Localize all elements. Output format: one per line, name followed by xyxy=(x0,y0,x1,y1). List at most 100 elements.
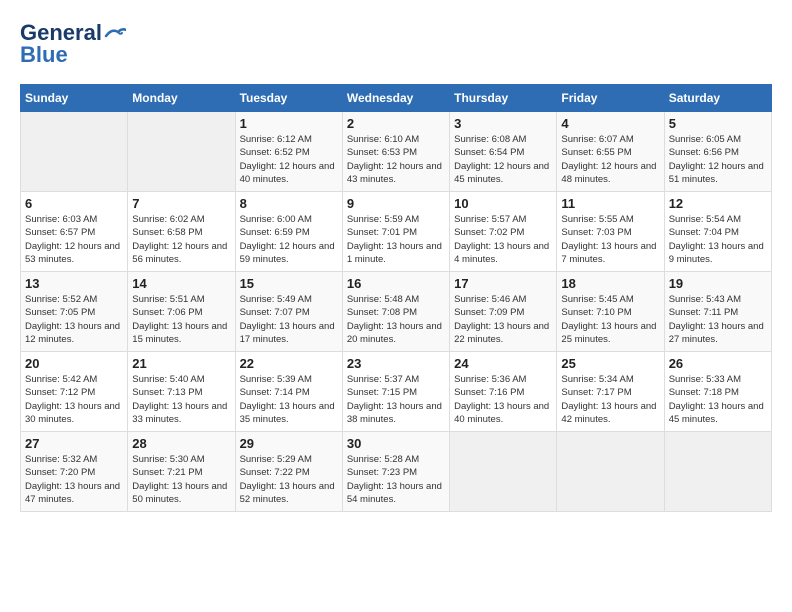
sunrise-label: Sunrise: 5:43 AM xyxy=(669,294,741,305)
page-header: General Blue xyxy=(20,20,772,68)
daylight-label: Daylight: 12 hours and 40 minutes. xyxy=(240,161,335,185)
day-number: 9 xyxy=(347,196,445,211)
day-info: Sunrise: 6:05 AM Sunset: 6:56 PM Dayligh… xyxy=(669,133,767,186)
daylight-label: Daylight: 13 hours and 33 minutes. xyxy=(132,401,227,425)
calendar-cell: 29 Sunrise: 5:29 AM Sunset: 7:22 PM Dayl… xyxy=(235,432,342,512)
sunrise-label: Sunrise: 6:05 AM xyxy=(669,134,741,145)
calendar-cell: 19 Sunrise: 5:43 AM Sunset: 7:11 PM Dayl… xyxy=(664,272,771,352)
daylight-label: Daylight: 13 hours and 40 minutes. xyxy=(454,401,549,425)
sunset-label: Sunset: 7:01 PM xyxy=(347,227,417,238)
sunset-label: Sunset: 7:16 PM xyxy=(454,387,524,398)
daylight-label: Daylight: 13 hours and 12 minutes. xyxy=(25,321,120,345)
logo-bird-icon xyxy=(104,26,126,40)
day-number: 14 xyxy=(132,276,230,291)
sunrise-label: Sunrise: 5:57 AM xyxy=(454,214,526,225)
sunset-label: Sunset: 7:11 PM xyxy=(669,307,739,318)
day-number: 17 xyxy=(454,276,552,291)
sunrise-label: Sunrise: 5:30 AM xyxy=(132,454,204,465)
day-info: Sunrise: 5:32 AM Sunset: 7:20 PM Dayligh… xyxy=(25,453,123,506)
sunset-label: Sunset: 7:06 PM xyxy=(132,307,202,318)
sunset-label: Sunset: 7:10 PM xyxy=(561,307,631,318)
daylight-label: Daylight: 13 hours and 47 minutes. xyxy=(25,481,120,505)
calendar-cell xyxy=(128,112,235,192)
calendar-cell: 22 Sunrise: 5:39 AM Sunset: 7:14 PM Dayl… xyxy=(235,352,342,432)
calendar-cell: 12 Sunrise: 5:54 AM Sunset: 7:04 PM Dayl… xyxy=(664,192,771,272)
day-number: 15 xyxy=(240,276,338,291)
day-number: 11 xyxy=(561,196,659,211)
calendar-cell: 2 Sunrise: 6:10 AM Sunset: 6:53 PM Dayli… xyxy=(342,112,449,192)
day-info: Sunrise: 5:54 AM Sunset: 7:04 PM Dayligh… xyxy=(669,213,767,266)
calendar-cell: 18 Sunrise: 5:45 AM Sunset: 7:10 PM Dayl… xyxy=(557,272,664,352)
day-number: 21 xyxy=(132,356,230,371)
calendar-cell: 16 Sunrise: 5:48 AM Sunset: 7:08 PM Dayl… xyxy=(342,272,449,352)
sunset-label: Sunset: 6:59 PM xyxy=(240,227,310,238)
calendar-header-row: SundayMondayTuesdayWednesdayThursdayFrid… xyxy=(21,85,772,112)
calendar-cell: 6 Sunrise: 6:03 AM Sunset: 6:57 PM Dayli… xyxy=(21,192,128,272)
daylight-label: Daylight: 13 hours and 7 minutes. xyxy=(561,241,656,265)
sunset-label: Sunset: 7:22 PM xyxy=(240,467,310,478)
sunrise-label: Sunrise: 5:36 AM xyxy=(454,374,526,385)
day-info: Sunrise: 5:57 AM Sunset: 7:02 PM Dayligh… xyxy=(454,213,552,266)
day-info: Sunrise: 5:37 AM Sunset: 7:15 PM Dayligh… xyxy=(347,373,445,426)
col-header-wednesday: Wednesday xyxy=(342,85,449,112)
sunrise-label: Sunrise: 6:10 AM xyxy=(347,134,419,145)
day-info: Sunrise: 5:28 AM Sunset: 7:23 PM Dayligh… xyxy=(347,453,445,506)
day-info: Sunrise: 5:29 AM Sunset: 7:22 PM Dayligh… xyxy=(240,453,338,506)
day-number: 24 xyxy=(454,356,552,371)
sunset-label: Sunset: 7:21 PM xyxy=(132,467,202,478)
day-info: Sunrise: 5:59 AM Sunset: 7:01 PM Dayligh… xyxy=(347,213,445,266)
sunset-label: Sunset: 7:23 PM xyxy=(347,467,417,478)
calendar-cell: 25 Sunrise: 5:34 AM Sunset: 7:17 PM Dayl… xyxy=(557,352,664,432)
calendar-cell: 3 Sunrise: 6:08 AM Sunset: 6:54 PM Dayli… xyxy=(450,112,557,192)
sunrise-label: Sunrise: 5:34 AM xyxy=(561,374,633,385)
col-header-friday: Friday xyxy=(557,85,664,112)
day-number: 25 xyxy=(561,356,659,371)
sunset-label: Sunset: 7:17 PM xyxy=(561,387,631,398)
day-info: Sunrise: 5:39 AM Sunset: 7:14 PM Dayligh… xyxy=(240,373,338,426)
sunset-label: Sunset: 6:54 PM xyxy=(454,147,524,158)
calendar-cell: 7 Sunrise: 6:02 AM Sunset: 6:58 PM Dayli… xyxy=(128,192,235,272)
calendar-cell: 5 Sunrise: 6:05 AM Sunset: 6:56 PM Dayli… xyxy=(664,112,771,192)
calendar-cell xyxy=(450,432,557,512)
daylight-label: Daylight: 12 hours and 56 minutes. xyxy=(132,241,227,265)
sunrise-label: Sunrise: 5:59 AM xyxy=(347,214,419,225)
daylight-label: Daylight: 13 hours and 4 minutes. xyxy=(454,241,549,265)
daylight-label: Daylight: 13 hours and 45 minutes. xyxy=(669,401,764,425)
day-number: 18 xyxy=(561,276,659,291)
daylight-label: Daylight: 13 hours and 25 minutes. xyxy=(561,321,656,345)
calendar-cell: 4 Sunrise: 6:07 AM Sunset: 6:55 PM Dayli… xyxy=(557,112,664,192)
calendar-week-row: 13 Sunrise: 5:52 AM Sunset: 7:05 PM Dayl… xyxy=(21,272,772,352)
sunrise-label: Sunrise: 5:55 AM xyxy=(561,214,633,225)
logo-blue: Blue xyxy=(20,42,68,68)
daylight-label: Daylight: 13 hours and 42 minutes. xyxy=(561,401,656,425)
day-number: 22 xyxy=(240,356,338,371)
calendar-week-row: 6 Sunrise: 6:03 AM Sunset: 6:57 PM Dayli… xyxy=(21,192,772,272)
day-number: 13 xyxy=(25,276,123,291)
sunset-label: Sunset: 7:08 PM xyxy=(347,307,417,318)
day-info: Sunrise: 5:45 AM Sunset: 7:10 PM Dayligh… xyxy=(561,293,659,346)
calendar-cell: 27 Sunrise: 5:32 AM Sunset: 7:20 PM Dayl… xyxy=(21,432,128,512)
daylight-label: Daylight: 13 hours and 15 minutes. xyxy=(132,321,227,345)
day-number: 5 xyxy=(669,116,767,131)
daylight-label: Daylight: 13 hours and 1 minute. xyxy=(347,241,442,265)
day-info: Sunrise: 5:51 AM Sunset: 7:06 PM Dayligh… xyxy=(132,293,230,346)
day-info: Sunrise: 5:36 AM Sunset: 7:16 PM Dayligh… xyxy=(454,373,552,426)
day-info: Sunrise: 6:10 AM Sunset: 6:53 PM Dayligh… xyxy=(347,133,445,186)
calendar-cell: 30 Sunrise: 5:28 AM Sunset: 7:23 PM Dayl… xyxy=(342,432,449,512)
calendar-cell: 24 Sunrise: 5:36 AM Sunset: 7:16 PM Dayl… xyxy=(450,352,557,432)
day-info: Sunrise: 6:08 AM Sunset: 6:54 PM Dayligh… xyxy=(454,133,552,186)
logo: General Blue xyxy=(20,20,126,68)
day-number: 23 xyxy=(347,356,445,371)
sunset-label: Sunset: 7:04 PM xyxy=(669,227,739,238)
sunrise-label: Sunrise: 5:42 AM xyxy=(25,374,97,385)
day-number: 16 xyxy=(347,276,445,291)
day-number: 12 xyxy=(669,196,767,211)
sunset-label: Sunset: 7:15 PM xyxy=(347,387,417,398)
sunrise-label: Sunrise: 6:08 AM xyxy=(454,134,526,145)
sunrise-label: Sunrise: 5:48 AM xyxy=(347,294,419,305)
sunrise-label: Sunrise: 5:37 AM xyxy=(347,374,419,385)
sunrise-label: Sunrise: 5:40 AM xyxy=(132,374,204,385)
day-number: 6 xyxy=(25,196,123,211)
calendar-cell: 11 Sunrise: 5:55 AM Sunset: 7:03 PM Dayl… xyxy=(557,192,664,272)
sunrise-label: Sunrise: 6:12 AM xyxy=(240,134,312,145)
